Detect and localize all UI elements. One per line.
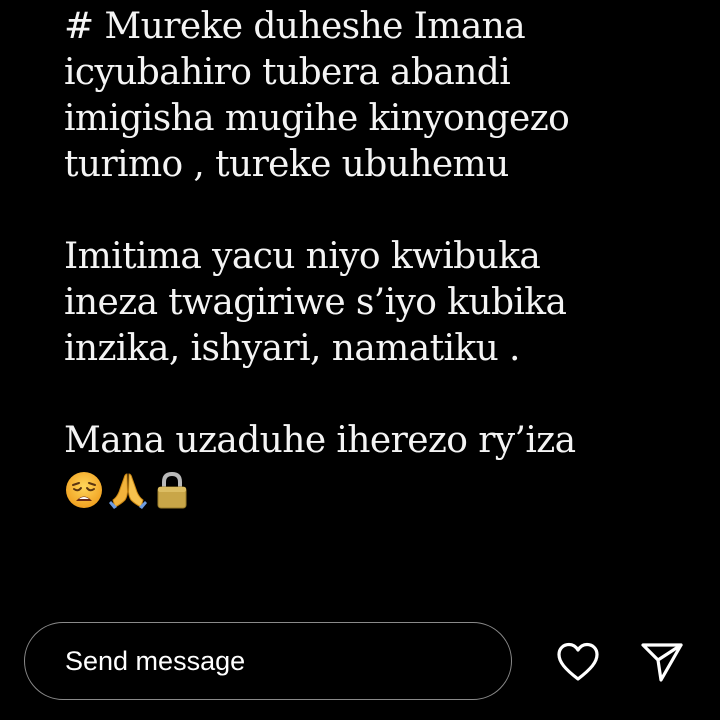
caption-line: Mana uzaduhe iherezo ry’iza (64, 420, 576, 461)
send-message-placeholder: Send message (65, 645, 246, 676)
send-message-input[interactable]: Send message (24, 622, 512, 700)
paper-plane-icon (641, 643, 683, 682)
caption-line: # Mureke duheshe Imana (64, 6, 526, 47)
like-button[interactable] (553, 638, 603, 686)
caption-line: turimo , tureke ubuhemu (64, 144, 509, 185)
emoji-row (64, 468, 704, 512)
caption-line: Imitima yacu niyo kwibuka (64, 236, 541, 277)
caption-paragraph: Imitima yacu niyo kwibuka ineza twagiriw… (64, 234, 704, 372)
weary-face-icon (66, 472, 102, 508)
heart-icon (557, 642, 599, 681)
story-caption: # Mureke duheshe Imana icyubahiro tubera… (64, 4, 704, 512)
story-screen: # Mureke duheshe Imana icyubahiro tubera… (0, 0, 720, 720)
caption-line: icyubahiro tubera abandi (64, 52, 511, 93)
caption-paragraph: # Mureke duheshe Imana icyubahiro tubera… (64, 4, 704, 188)
caption-line: imigisha mugihe kinyongezo (64, 98, 570, 139)
folded-hands-icon (109, 473, 147, 509)
caption-paragraph: Mana uzaduhe iherezo ry’iza (64, 418, 704, 464)
caption-line: inzika, ishyari, namatiku . (64, 328, 520, 369)
padlock-icon (157, 471, 187, 509)
share-button[interactable] (637, 638, 687, 686)
caption-line: ineza twagiriwe s’iyo kubika (64, 282, 567, 323)
